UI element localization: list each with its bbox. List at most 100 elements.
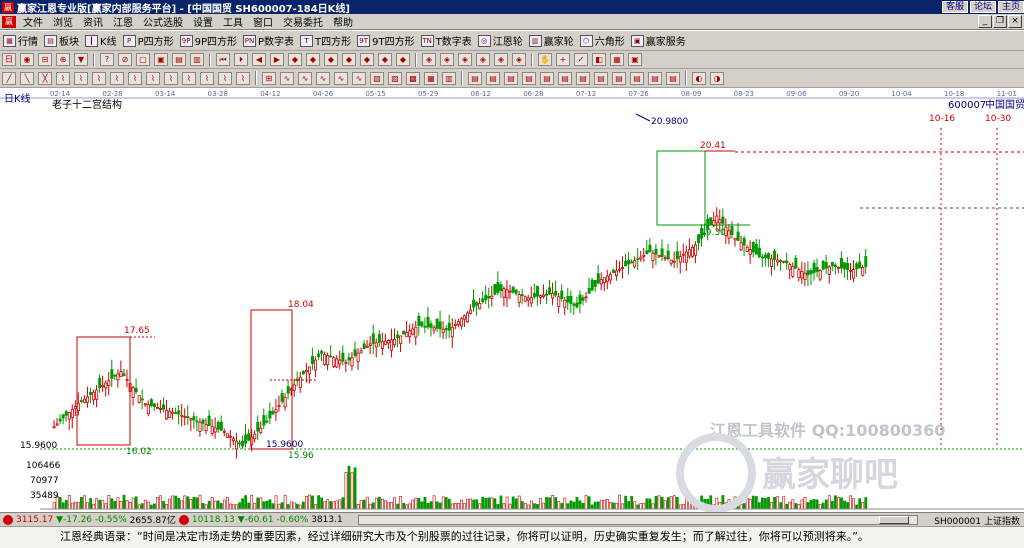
menu-formula[interactable]: 公式选股 [138,14,188,29]
ind-tool-38-icon[interactable]: ▤ [666,71,680,85]
t-table-button[interactable]: TN T数字表 [418,32,475,50]
draw-tool-10-icon[interactable]: ▤ [172,53,186,66]
9p-square-button[interactable]: 9P 9P四方形 [177,32,240,50]
draw-tool-30-icon[interactable]: ◈ [512,53,526,66]
app-menu-icon[interactable]: 赢 [2,15,16,28]
menu-browse[interactable]: 浏览 [48,14,78,29]
ind-tool-30-icon[interactable]: ▤ [522,71,536,85]
draw-tool-26-icon[interactable]: ◈ [440,53,454,66]
ind-tool-28-icon[interactable]: ▤ [486,71,500,85]
ind-tool-11-icon[interactable]: ⌇ [200,71,214,85]
winner-service-button[interactable]: ▣ 赢家服务 [628,32,689,50]
kline-chart-svg[interactable]: 02-14 02-28 03-14 03-28 04-12 04-26 05-15 05-29… [0,88,1024,512]
hexagon-button[interactable]: ⬡ 六角形 [577,32,628,50]
ind-tool-29-icon[interactable]: ▤ [504,71,518,85]
menu-help[interactable]: 帮助 [328,14,358,29]
draw-tool-3-icon[interactable]: ⊕ [56,53,70,66]
ind-tool-15-icon[interactable]: ⊞ [262,71,276,85]
ind-tool-20-icon[interactable]: ∿ [352,71,366,85]
ind-tool-21-icon[interactable]: ▧ [370,71,384,85]
menu-trade[interactable]: 交易委托 [278,14,328,29]
ind-tool-22-icon[interactable]: ▨ [388,71,402,85]
ind-tool-1-icon[interactable]: ╲ [20,71,34,85]
draw-tool-11-icon[interactable]: ▥ [190,53,204,66]
ind-tool-40-icon[interactable]: ◐ [692,71,706,85]
draw-tool-6-icon[interactable]: ? [100,53,114,66]
draw-tool-14-icon[interactable]: ⏵ [234,53,248,66]
p-table-button[interactable]: PN P数字表 [240,32,297,50]
ind-tool-5-icon[interactable]: ⌇ [92,71,106,85]
ind-tool-37-icon[interactable]: ▤ [648,71,662,85]
ind-tool-17-icon[interactable]: ∿ [298,71,312,85]
draw-tool-17-icon[interactable]: ◆ [288,53,302,66]
ind-tool-4-icon[interactable]: ⌇ [74,71,88,85]
draw-tool-1-icon[interactable]: ◉ [20,53,34,66]
ind-tool-12-icon[interactable]: ⌇ [218,71,232,85]
service-link[interactable]: 客服 [941,1,968,13]
quotes-button[interactable]: ▦ 行情 [0,32,41,50]
menu-file[interactable]: 文件 [18,14,48,29]
draw-tool-15-icon[interactable]: ◀ [252,53,266,66]
draw-tool-34-icon[interactable]: ✓ [574,53,588,66]
close-button[interactable]: × [1008,15,1022,28]
ind-tool-0-icon[interactable]: ╱ [2,71,16,85]
gann-wheel-button[interactable]: ◎ 江恩轮 [475,32,526,50]
ind-tool-23-icon[interactable]: ▩ [406,71,420,85]
ind-tool-16-icon[interactable]: ∿ [280,71,294,85]
draw-tool-2-icon[interactable]: ⊟ [38,53,52,66]
scrollbar-thumb[interactable] [879,516,909,524]
ind-tool-33-icon[interactable]: ▤ [576,71,590,85]
ind-tool-41-icon[interactable]: ◑ [710,71,724,85]
draw-tool-29-icon[interactable]: ◈ [494,53,508,66]
ind-tool-10-icon[interactable]: ⌇ [182,71,196,85]
ind-tool-24-icon[interactable]: ▦ [424,71,438,85]
draw-tool-25-icon[interactable]: ◈ [422,53,436,66]
9t-square-button[interactable]: 9T 9T四方形 [354,32,417,50]
draw-tool-28-icon[interactable]: ◈ [476,53,490,66]
ind-tool-27-icon[interactable]: ▤ [468,71,482,85]
horizontal-scrollbar[interactable] [358,515,918,525]
winner-wheel-button[interactable]: ▥ 赢家轮 [526,32,577,50]
home-link[interactable]: 主页 [997,1,1024,13]
p-square-button[interactable]: P P四方形 [120,32,177,50]
ind-tool-18-icon[interactable]: ∿ [316,71,330,85]
restore-button[interactable]: ❐ [993,15,1007,28]
sector-button[interactable]: ▤ 板块 [41,32,82,50]
ind-tool-31-icon[interactable]: ▤ [540,71,554,85]
menu-gann[interactable]: 江恩 [108,14,138,29]
minimize-button[interactable]: _ [978,15,992,28]
draw-tool-35-icon[interactable]: ◧ [592,53,606,66]
draw-tool-33-icon[interactable]: + [556,53,570,66]
kline-chart[interactable]: 02-14 02-28 03-14 03-28 04-12 04-26 05-15 05-29… [0,88,1024,512]
menu-window[interactable]: 窗口 [248,14,278,29]
draw-tool-18-icon[interactable]: ◆ [306,53,320,66]
ind-tool-9-icon[interactable]: ⌇ [164,71,178,85]
draw-tool-4-icon[interactable]: ▼ [74,53,88,66]
ind-tool-19-icon[interactable]: ∿ [334,71,348,85]
ind-tool-7-icon[interactable]: ⌇ [128,71,142,85]
ind-tool-35-icon[interactable]: ▤ [612,71,626,85]
draw-tool-19-icon[interactable]: ◆ [324,53,338,66]
ind-tool-6-icon[interactable]: ⌇ [110,71,124,85]
forum-link[interactable]: 论坛 [969,1,996,13]
draw-tool-32-icon[interactable]: ✋ [538,53,552,66]
ind-tool-36-icon[interactable]: ▤ [630,71,644,85]
menu-settings[interactable]: 设置 [188,14,218,29]
ind-tool-3-icon[interactable]: ⌇ [56,71,70,85]
t-square-button[interactable]: T T四方形 [297,32,354,50]
draw-tool-16-icon[interactable]: ▶ [270,53,284,66]
ind-tool-13-icon[interactable]: ⌇ [236,71,250,85]
draw-tool-0-icon[interactable]: 日 [2,53,16,66]
draw-tool-8-icon[interactable]: ▢ [136,53,150,66]
ind-tool-2-icon[interactable]: ╳ [38,71,52,85]
draw-tool-13-icon[interactable]: ⏮ [216,53,230,66]
draw-tool-23-icon[interactable]: ◆ [396,53,410,66]
ind-tool-8-icon[interactable]: ⌇ [146,71,160,85]
menu-tools[interactable]: 工具 [218,14,248,29]
draw-tool-7-icon[interactable]: ⊘ [118,53,132,66]
ind-tool-25-icon[interactable]: ▥ [442,71,456,85]
draw-tool-9-icon[interactable]: ▣ [154,53,168,66]
kline-button[interactable]: ┃ K线 [82,32,120,50]
draw-tool-36-icon[interactable]: ▦ [610,53,624,66]
draw-tool-20-icon[interactable]: ◆ [342,53,356,66]
